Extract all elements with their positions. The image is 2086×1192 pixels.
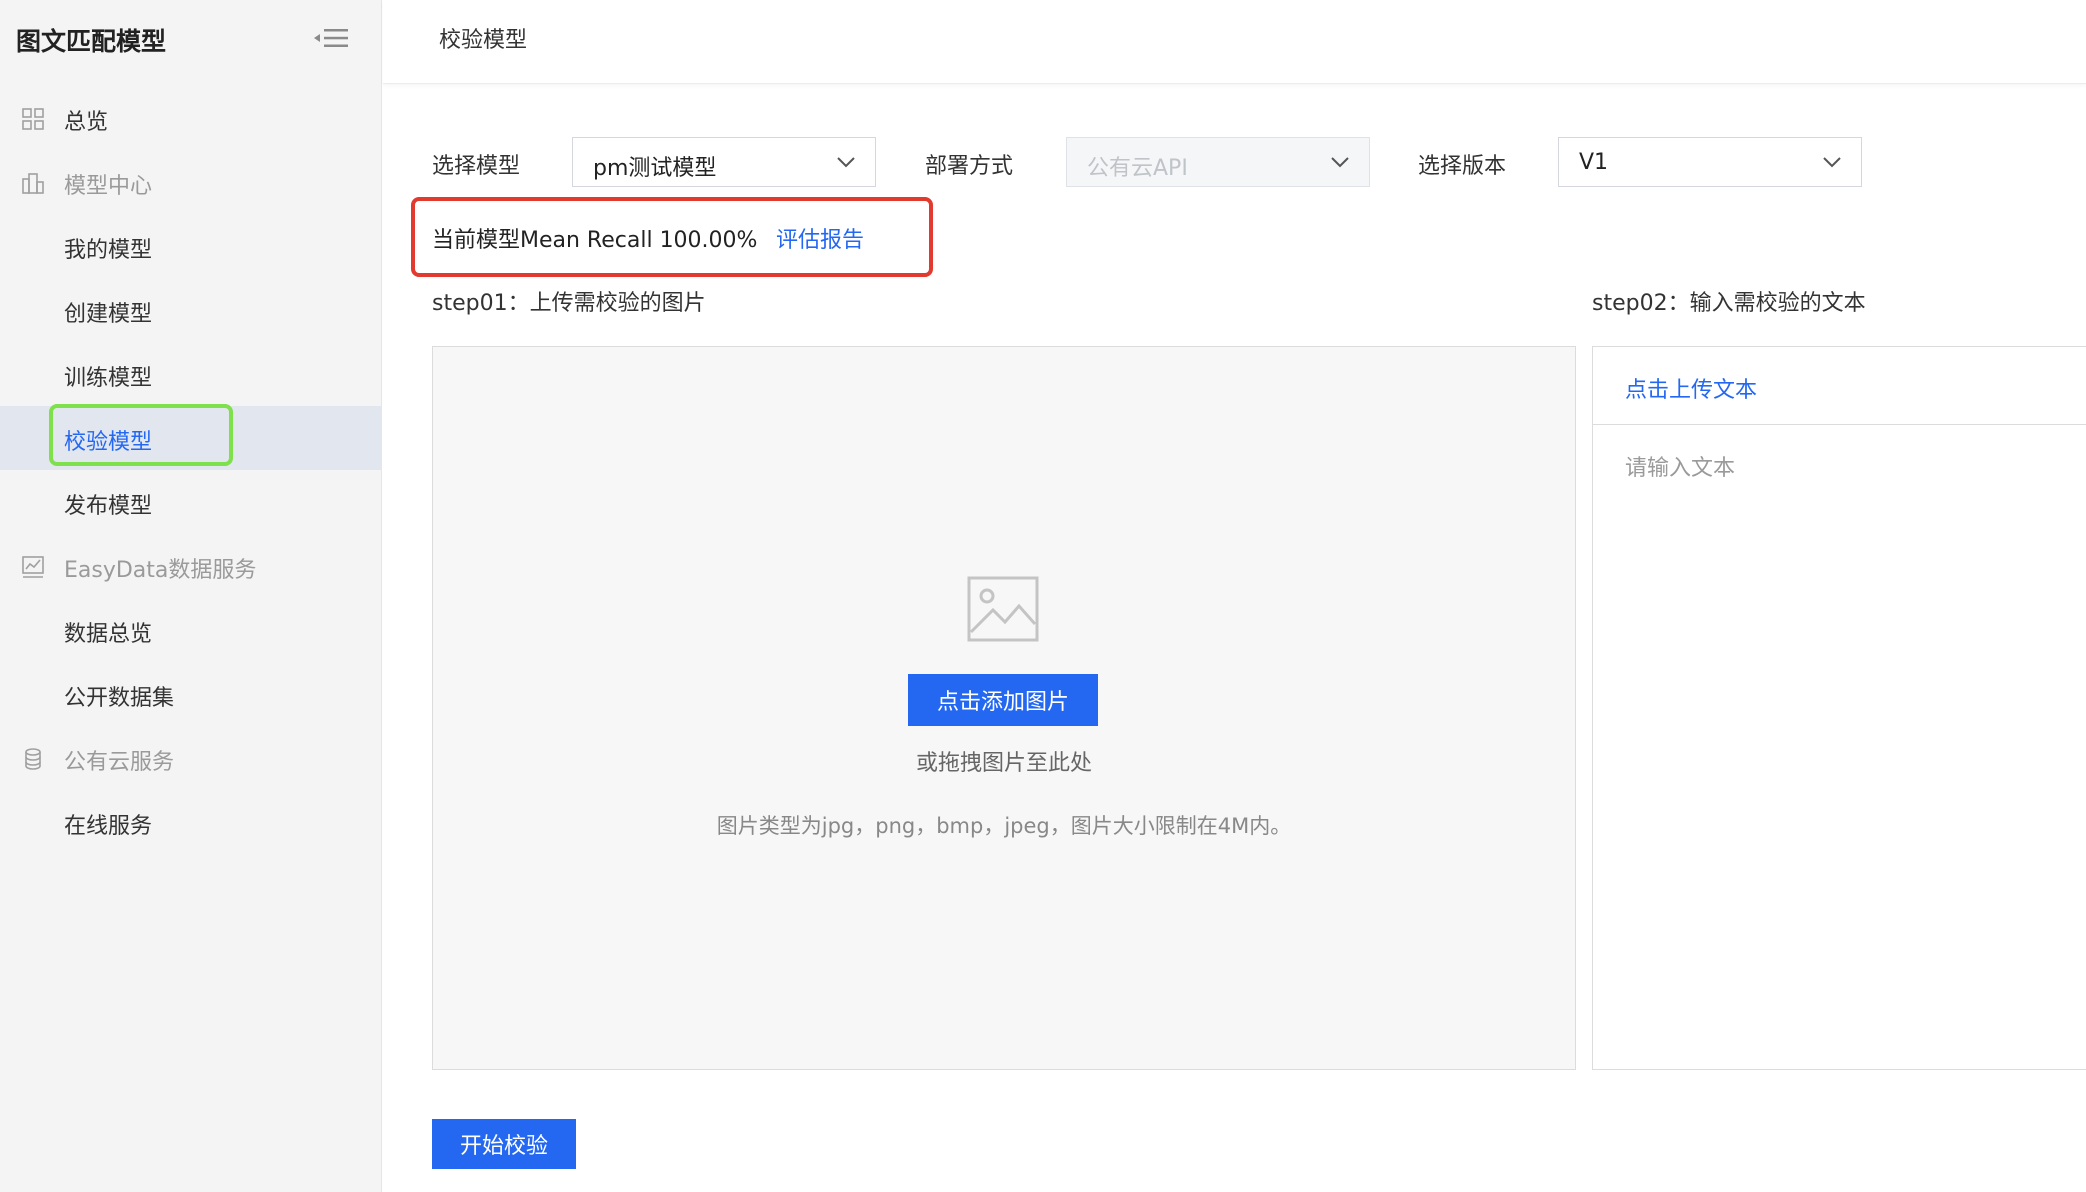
sidebar-item-publish-model[interactable]: 发布模型	[0, 470, 382, 534]
sidebar-item-validate-model[interactable]: 校验模型	[0, 406, 382, 470]
chevron-down-icon	[835, 153, 857, 171]
deploy-select[interactable]: 公有云API	[1066, 137, 1370, 187]
step1-label: step01：上传需校验的图片	[432, 291, 706, 316]
version-select[interactable]: V1	[1558, 137, 1862, 187]
sidebar-item-data-overview[interactable]: 数据总览	[0, 598, 382, 662]
sidebar-group-easydata[interactable]: EasyData数据服务	[0, 534, 382, 598]
sidebar-group-model-center[interactable]: 模型中心	[0, 150, 382, 214]
sidebar-item-label: 我的模型	[64, 238, 153, 263]
text-panel-header: 点击上传文本	[1593, 347, 2086, 425]
upload-text-link[interactable]: 点击上传文本	[1625, 372, 1757, 404]
chevron-down-icon	[1329, 153, 1351, 171]
sidebar-item-label: 公有云服务	[64, 750, 175, 775]
text-input[interactable]	[1593, 426, 2086, 1070]
sidebar-item-online-service[interactable]: 在线服务	[0, 790, 382, 854]
deploy-select-label: 部署方式	[925, 154, 1014, 179]
evaluation-report-link[interactable]: 评估报告	[776, 222, 864, 254]
grid-icon	[20, 106, 46, 132]
model-select[interactable]: pm测试模型	[572, 137, 876, 187]
version-select-value: V1	[1579, 150, 1609, 175]
sidebar-item-create-model[interactable]: 创建模型	[0, 278, 382, 342]
page-header: 校验模型	[383, 0, 2086, 84]
drag-hint-text: 或拖拽图片至此处	[915, 751, 1092, 776]
building-icon	[20, 170, 46, 196]
step2-label: step02：输入需校验的文本	[1592, 291, 1866, 316]
page-title: 校验模型	[439, 28, 528, 53]
chart-icon	[20, 554, 46, 580]
file-type-hint: 图片类型为jpg，png，bmp，jpeg，图片大小限制在4M内。	[716, 814, 1292, 838]
sidebar: 图文匹配模型 总览 模型中心 我的模型 创建模型 训练模型 校验模型 发布模型 …	[0, 0, 382, 1192]
version-select-label: 选择版本	[1418, 154, 1507, 179]
sidebar-item-label: 总览	[64, 110, 109, 135]
sidebar-item-label: 训练模型	[64, 366, 153, 391]
sidebar-item-label: 发布模型	[64, 494, 153, 519]
chevron-down-icon	[1821, 153, 1843, 171]
sidebar-item-public-datasets[interactable]: 公开数据集	[0, 662, 382, 726]
sidebar-group-public-cloud[interactable]: 公有云服务	[0, 726, 382, 790]
start-validation-button[interactable]: 开始校验	[432, 1119, 576, 1169]
database-icon	[20, 746, 46, 772]
sidebar-item-label: 在线服务	[64, 814, 153, 839]
app-title: 图文匹配模型	[16, 27, 167, 56]
sidebar-header: 图文匹配模型	[0, 0, 382, 76]
sidebar-item-label: 模型中心	[64, 174, 153, 199]
sidebar-item-label: 数据总览	[64, 622, 153, 647]
sidebar-item-overview[interactable]: 总览	[0, 86, 382, 150]
model-select-label: 选择模型	[432, 154, 521, 179]
text-input-panel: 点击上传文本	[1592, 346, 2086, 1070]
mean-recall-text: 当前模型Mean Recall 100.00%	[432, 228, 758, 253]
sidebar-item-train-model[interactable]: 训练模型	[0, 342, 382, 406]
image-placeholder-icon	[967, 576, 1039, 642]
sidebar-item-my-models[interactable]: 我的模型	[0, 214, 382, 278]
collapse-sidebar-icon[interactable]	[312, 24, 352, 52]
model-select-value: pm测试模型	[593, 156, 717, 181]
sidebar-item-label: EasyData数据服务	[64, 558, 257, 583]
sidebar-item-label: 创建模型	[64, 302, 153, 327]
sidebar-item-label: 公开数据集	[64, 686, 175, 711]
add-image-button[interactable]: 点击添加图片	[908, 674, 1098, 726]
deploy-select-value: 公有云API	[1087, 156, 1188, 181]
sidebar-item-label: 校验模型	[64, 430, 153, 455]
